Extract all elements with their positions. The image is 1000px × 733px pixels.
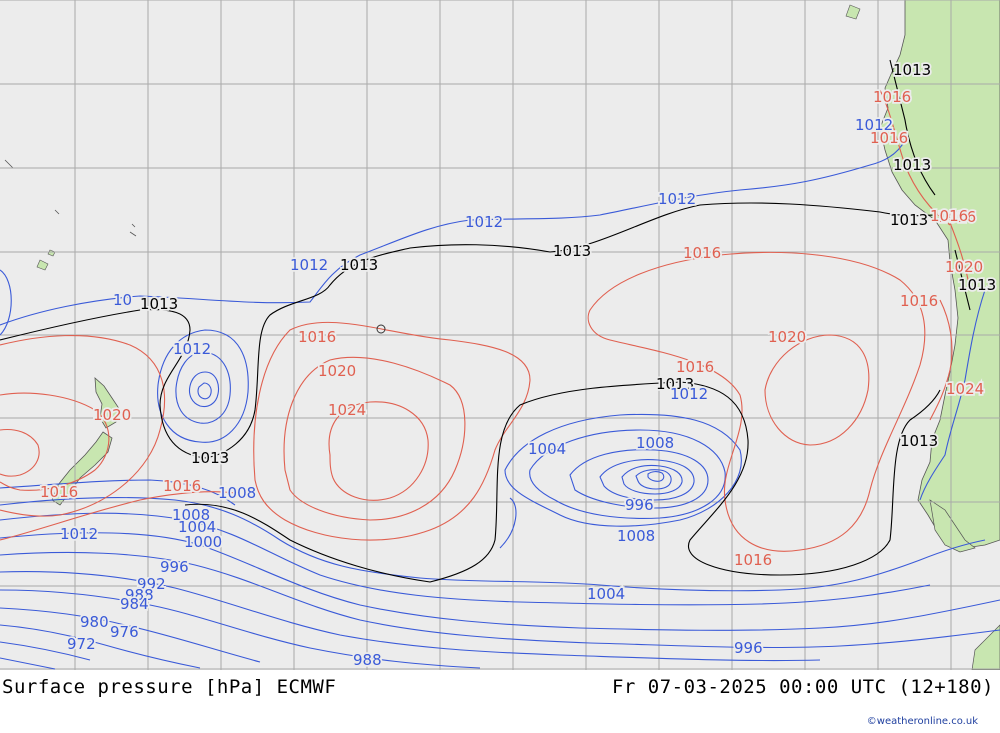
isobar-label-normal: 1013 <box>340 256 378 274</box>
isobar-label-high: 1016 <box>163 477 201 495</box>
isobar-label-normal: 1013 <box>140 295 178 313</box>
isobar-label-high: 1020 <box>768 328 806 346</box>
isobar-label-normal: 1013 <box>958 276 996 294</box>
isobar-label-low: 996 <box>160 558 189 576</box>
isobar-label-low: 1012 <box>465 213 503 231</box>
isobar-label-low: 1000 <box>184 533 222 551</box>
isobar-label-low: 1012 <box>658 190 696 208</box>
isobar-label-normal: 1013 <box>890 211 928 229</box>
isobar-label-low: 1012 <box>670 385 708 403</box>
isobar-label-low: 1012 <box>173 340 211 358</box>
map-title: Surface pressure [hPa] ECMWF <box>2 676 337 698</box>
isobar-label-high: 1016 <box>676 358 714 376</box>
isobar-label-low: 1008 <box>636 434 674 452</box>
isobar-label-low: 1004 <box>587 585 625 603</box>
isobar-label-normal: 1013 <box>553 242 591 260</box>
isobar-label-low: 1012 <box>60 525 98 543</box>
valid-time: Fr 07-03-2025 00:00 UTC (12+180) <box>611 676 994 698</box>
isobar-label-high: 1016 <box>870 129 908 147</box>
isobar-label-high: 1016 <box>40 483 78 501</box>
isobar-label-low: 988 <box>353 651 382 669</box>
credit-link[interactable]: ©weatheronline.co.uk <box>867 716 978 727</box>
isobar-label-normal: 1013 <box>900 432 938 450</box>
isobar-label-high: 1016 <box>683 244 721 262</box>
isobar-label-low: 996 <box>734 639 763 657</box>
isobar-label-high: 1020 <box>93 406 131 424</box>
isobar-label-high: 1020 <box>945 258 983 276</box>
isobar-label-low: 976 <box>110 623 139 641</box>
isobar-label-high: 1016 <box>873 88 911 106</box>
surface-pressure-map: 101310161012101310161013 1016101210121013… <box>0 0 1000 733</box>
isobar-label-low: 1004 <box>528 440 566 458</box>
isobar-label-low: 10 <box>113 291 132 309</box>
isobar-label-low: 972 <box>67 635 96 653</box>
isobar-label-low: 980 <box>80 613 109 631</box>
isobar-label-high: 1024 <box>328 401 366 419</box>
isobar-label-low: 996 <box>625 496 654 514</box>
isobar-label-high: 1020 <box>318 362 356 380</box>
isobar-label-low: 1008 <box>218 484 256 502</box>
isobar-label-normal: 1013 <box>893 61 931 79</box>
isobar-label-normal: 1013 <box>893 156 931 174</box>
isobar-label-high: 1016 <box>298 328 336 346</box>
isobar-label-normal: 1013 <box>191 449 229 467</box>
isobar-label-low: 1008 <box>617 527 655 545</box>
isobar-label-low: 984 <box>120 595 149 613</box>
isobar-label-high: 1024 <box>946 380 984 398</box>
isobar-label-high: 1016 <box>930 207 968 225</box>
isobar-label-high: 1016 <box>734 551 772 569</box>
isobar-label-low: 1012 <box>290 256 328 274</box>
isobar-label-high: 1016 <box>900 292 938 310</box>
